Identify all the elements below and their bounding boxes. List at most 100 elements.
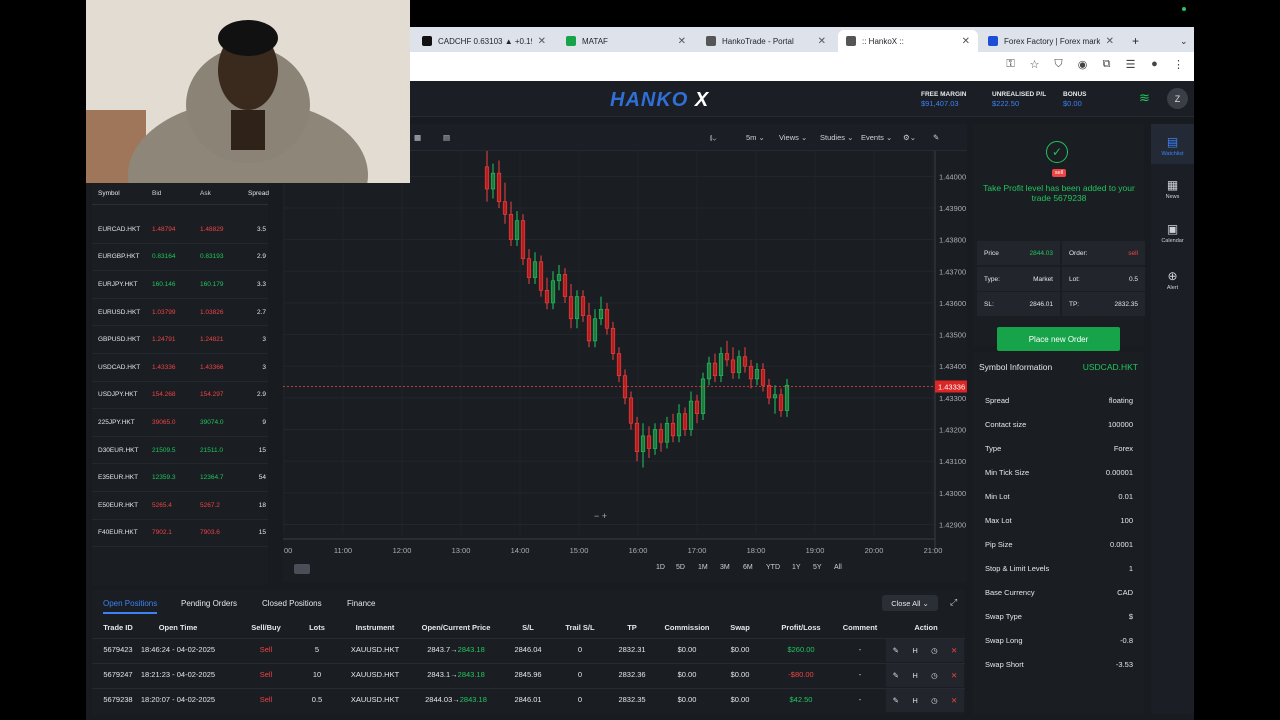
- watchlist-row[interactable]: USDJPY.HKT 154.268 154.297 2.9: [92, 382, 268, 410]
- tab-closed-positions[interactable]: Closed Positions: [262, 599, 322, 608]
- history-h-icon[interactable]: H: [912, 671, 917, 680]
- close-icon[interactable]: ✕: [538, 36, 546, 47]
- column-header[interactable]: Action: [896, 623, 956, 632]
- close-icon[interactable]: ✕: [818, 36, 826, 47]
- column-header[interactable]: Open/Current Price: [406, 623, 506, 632]
- tab-pending-orders[interactable]: Pending Orders: [181, 599, 237, 608]
- gear-icon[interactable]: ⚙⌄: [903, 133, 916, 142]
- key-icon[interactable]: ⚿: [1003, 58, 1018, 71]
- watchlist-row[interactable]: GBPUSD.HKT 1.24791 1.24821 3: [92, 326, 268, 354]
- edit-icon[interactable]: ✎: [893, 696, 899, 705]
- tab-forexfactory[interactable]: Forex Factory | Forex marke ✕: [980, 30, 1122, 52]
- puzzle-icon[interactable]: ⧉: [1099, 58, 1114, 71]
- close-position-icon[interactable]: ✕: [951, 671, 957, 680]
- watchlist-row[interactable]: EURGBP.HKT 0.83164 0.83193 2.9: [92, 244, 268, 272]
- tab-hankotrade[interactable]: HankoTrade - Portal ✕: [698, 30, 834, 52]
- range-button[interactable]: 5Y: [813, 564, 822, 571]
- range-button[interactable]: YTD: [766, 564, 780, 571]
- edit-icon[interactable]: ✎: [893, 671, 899, 680]
- tab-finance[interactable]: Finance: [347, 599, 375, 608]
- range-button[interactable]: 5D: [676, 564, 685, 571]
- cell-spr: 18: [258, 501, 266, 509]
- col-symbol[interactable]: Symbol: [92, 190, 152, 197]
- grid-icon[interactable]: ▦: [414, 133, 421, 142]
- hankox-logo[interactable]: HANKO X: [610, 89, 709, 112]
- shield-icon[interactable]: ⛉: [1051, 58, 1066, 71]
- candle-body: [724, 353, 730, 361]
- column-header[interactable]: Instrument: [340, 623, 410, 632]
- close-all-button[interactable]: Close All ⌄: [882, 595, 938, 611]
- tab-open-positions[interactable]: Open Positions: [103, 599, 158, 614]
- range-button[interactable]: All: [834, 564, 842, 571]
- close-icon[interactable]: ✕: [678, 36, 686, 47]
- history-h-icon[interactable]: H: [912, 696, 917, 705]
- nav-calendar[interactable]: ▣ Calendar: [1151, 214, 1194, 254]
- column-header[interactable]: Open Time: [127, 623, 229, 632]
- watchlist-row[interactable]: E50EUR.HKT 5265.4 5267.2 18: [92, 492, 268, 520]
- timeframe-select[interactable]: 5m ⌄: [746, 133, 765, 142]
- column-header[interactable]: Comment: [828, 623, 892, 632]
- draw-tool-icon[interactable]: ✎: [933, 133, 939, 142]
- range-button[interactable]: 1Y: [792, 564, 801, 571]
- range-button[interactable]: 1M: [698, 564, 708, 571]
- candlestick-icon[interactable]: ⫾⌄: [710, 133, 716, 143]
- column-header[interactable]: Sell/Buy: [236, 623, 296, 632]
- keyboard-icon[interactable]: [294, 564, 310, 574]
- close-icon[interactable]: ✕: [962, 36, 970, 47]
- price-chart[interactable]: ▦ ▤ ⫾⌄ 5m ⌄ Views ⌄ Studies ⌄ Events ⌄ ⚙…: [283, 124, 967, 582]
- column-header[interactable]: Lots: [293, 623, 341, 632]
- column-header[interactable]: Swap: [713, 623, 767, 632]
- col-ask[interactable]: Ask: [200, 190, 248, 197]
- range-button[interactable]: 3M: [720, 564, 730, 571]
- nav-alert[interactable]: ⊕ Alert: [1151, 261, 1194, 301]
- views-menu[interactable]: Views ⌄: [779, 133, 807, 142]
- studies-menu[interactable]: Studies ⌄: [820, 133, 853, 142]
- clock-icon[interactable]: ◷: [931, 646, 938, 655]
- layout-icon[interactable]: ▤: [443, 133, 450, 142]
- watchlist-row[interactable]: USDCAD.HKT 1.43336 1.43366 3: [92, 354, 268, 382]
- column-header[interactable]: Trail S/L: [550, 623, 610, 632]
- watchlist-row[interactable]: EURJPY.HKT 160.146 160.179 3.3: [92, 271, 268, 299]
- col-spread[interactable]: Spread: [248, 190, 269, 197]
- watchlist-row[interactable]: EURUSD.HKT 1.03799 1.03826 2.7: [92, 299, 268, 327]
- expand-icon[interactable]: ⤢: [950, 597, 957, 608]
- clock-icon[interactable]: ◷: [931, 696, 938, 705]
- star-icon[interactable]: ☆: [1027, 58, 1042, 71]
- tab-hankox[interactable]: :: HankoX :: ✕: [838, 30, 978, 52]
- watchlist-row[interactable]: E35EUR.HKT 12359.3 12364.7 54: [92, 464, 268, 492]
- watchlist-row[interactable]: D30EUR.HKT 21509.5 21511.0 15: [92, 437, 268, 465]
- history-h-icon[interactable]: H: [912, 646, 917, 655]
- nav-news[interactable]: ▦ News: [1151, 170, 1194, 210]
- zoom-controls[interactable]: − +: [594, 511, 607, 521]
- chart-plot[interactable]: 1.44000 1.43900 1.43800 1.43700 1.43600 1.435…: [283, 151, 967, 574]
- close-position-icon[interactable]: ✕: [951, 696, 957, 705]
- edit-icon[interactable]: ✎: [893, 646, 899, 655]
- bonus-label: BONUS: [1063, 91, 1087, 98]
- range-button[interactable]: 6M: [743, 564, 753, 571]
- menu-icon[interactable]: ⋮: [1171, 58, 1186, 71]
- close-icon[interactable]: ✕: [1106, 36, 1114, 47]
- avatar[interactable]: Z: [1167, 88, 1188, 109]
- reading-list-icon[interactable]: ☰: [1123, 58, 1138, 71]
- tab-mataf[interactable]: MATAF ✕: [558, 30, 694, 52]
- close-position-icon[interactable]: ✕: [951, 646, 957, 655]
- watchlist-row[interactable]: F40EUR.HKT 7902.1 7903.6 15: [92, 520, 268, 548]
- lot-value: 0.5: [1128, 275, 1138, 283]
- tab-cadchf[interactable]: CADCHF 0.63103 ▲ +0.19% ✕: [414, 30, 554, 52]
- watchlist-row[interactable]: EURCAD.HKT 1.48794 1.48829 3.5: [92, 216, 268, 244]
- tab-search-icon[interactable]: ⌄: [1172, 30, 1190, 52]
- info-value: floating: [1108, 396, 1133, 405]
- new-tab-button[interactable]: +: [1124, 30, 1144, 52]
- place-new-order-button[interactable]: Place new Order: [997, 327, 1120, 351]
- extension-icon[interactable]: ◉: [1075, 58, 1090, 71]
- events-menu[interactable]: Events ⌄: [861, 133, 892, 142]
- profile-icon[interactable]: ●: [1147, 58, 1162, 71]
- cell-trail: 0: [577, 695, 583, 704]
- column-header[interactable]: Profit/Loss: [766, 623, 836, 632]
- col-bid[interactable]: Bid: [152, 190, 200, 197]
- range-button[interactable]: 1D: [656, 564, 665, 571]
- nav-watchlist[interactable]: ▤ Watchlist: [1151, 124, 1194, 164]
- watchlist-row[interactable]: 225JPY.HKT 39065.0 39074.0 9: [92, 409, 268, 437]
- column-header[interactable]: S/L: [498, 623, 558, 632]
- clock-icon[interactable]: ◷: [931, 671, 938, 680]
